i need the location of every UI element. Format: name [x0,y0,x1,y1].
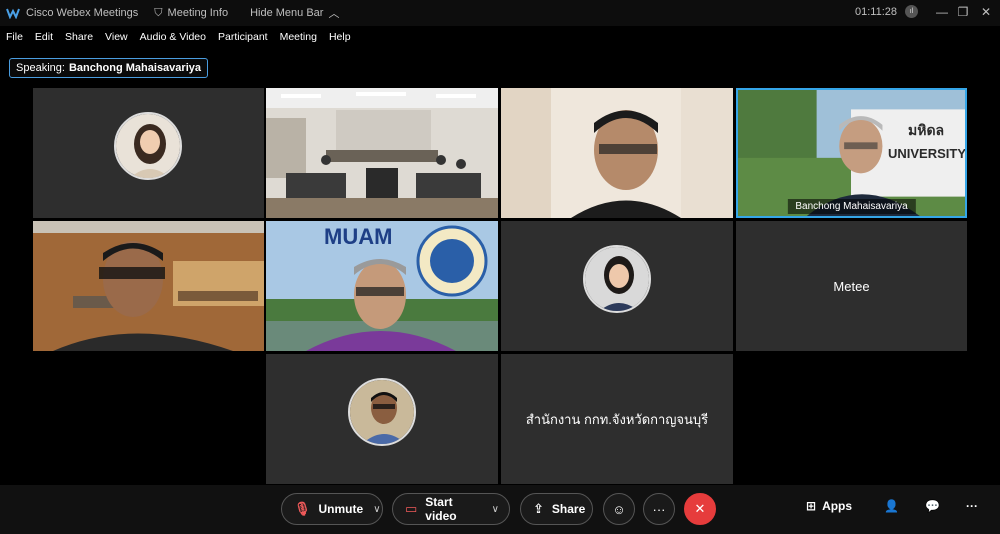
smiley-icon: ☺ [612,501,626,517]
chevron-down-icon[interactable]: ∨ [373,504,380,515]
more-options-button[interactable]: ··· [643,493,675,525]
backdrop-university-text: UNIVERSITY [888,146,967,161]
video-tile-avatar-woman-2[interactable] [501,221,733,351]
unmute-button[interactable]: 🎙 Unmute ∨ [281,493,383,525]
meeting-controls-toolbar: 🎙 Unmute ∨ ▭ Start video ∨ ⇪ Share ☺ ···… [0,485,1000,534]
menu-audio-video[interactable]: Audio & Video [140,31,206,43]
share-icon: ⇪ [533,501,544,516]
close-icon[interactable]: ✕ [976,3,996,21]
chat-icon[interactable]: 💬 [925,499,940,513]
speaking-label: Speaking: [16,62,65,74]
close-icon: ✕ [694,501,706,516]
video-off-icon: ▭ [405,501,418,516]
more-icon: ··· [652,501,666,517]
apps-label: Apps [822,499,853,513]
chevron-up-icon: ︿ [328,8,340,20]
share-button[interactable]: ⇪ Share [520,493,593,525]
end-meeting-button[interactable]: ✕ [684,493,716,525]
avatar [348,378,416,446]
app-title: Cisco Webex Meetings [26,7,139,19]
meeting-timer: 01:11:28 [855,6,898,18]
participant-name: สำนักงาน กกท.จังหวัดกาญจนบุรี [525,411,709,427]
video-tile-meeting-room[interactable] [266,88,498,218]
participant-name-tag: Banchong Mahaisavariya [787,199,916,214]
menu-edit[interactable]: Edit [35,31,53,43]
signal-icon[interactable]: ıl [905,5,918,18]
video-tile-man-office[interactable] [33,221,264,351]
meeting-info-button[interactable]: Meeting Info [168,7,229,19]
menu-help[interactable]: Help [329,31,351,43]
video-tile-active-speaker[interactable]: มหิดล UNIVERSITY Banchong Mahaisavariya [736,88,967,218]
menu-meeting[interactable]: Meeting [280,31,317,43]
menu-share[interactable]: Share [65,31,93,43]
avatar [583,245,651,313]
video-tile-office[interactable]: สำนักงาน กกท.จังหวัดกาญจนบุรี [501,354,733,484]
menu-bar: File Edit Share View Audio & Video Parti… [0,26,1000,48]
avatar [114,112,182,180]
overflow-menu-button[interactable]: ··· [966,499,978,513]
video-tile-avatar-man[interactable] [266,354,498,484]
meeting-room-video [266,88,498,218]
man-curtain-video [501,88,733,218]
apps-icon: ⊞ [806,499,817,513]
chevron-down-icon[interactable]: ∨ [492,504,499,515]
participant-name: Metee [833,278,870,294]
more-icon: ··· [966,499,978,513]
reactions-button[interactable]: ☺ [603,493,635,525]
share-label: Share [551,502,586,516]
menu-participant[interactable]: Participant [218,31,268,43]
speaking-name: Banchong Mahaisavariya [68,62,201,74]
restore-icon[interactable]: ❐ [953,3,973,21]
video-tile-man-curtain[interactable] [501,88,733,218]
title-bar: Cisco Webex Meetings ⛉ Meeting Info Hide… [0,0,1000,26]
participants-icon[interactable]: 👤 [884,499,899,513]
menu-file[interactable]: File [6,31,23,43]
video-tile-muam[interactable]: MUAM [266,221,498,351]
speaking-indicator: Speaking: Banchong Mahaisavariya [9,58,208,78]
minimize-icon[interactable]: — [932,3,952,21]
microphone-muted-icon: 🎙 [294,501,311,516]
backdrop-thai-text: มหิดล [908,122,945,138]
unmute-label: Unmute [318,502,364,516]
muam-banner-text: MUAM [324,224,393,249]
hide-menu-bar-button[interactable]: Hide Menu Bar ︿ [250,5,339,21]
start-video-label: Start video [425,495,457,523]
menu-view[interactable]: View [105,31,128,43]
shield-icon[interactable]: ⛉ [154,7,162,20]
video-tile-avatar-woman[interactable] [33,88,264,218]
hide-menu-bar-label: Hide Menu Bar [250,7,324,19]
webex-logo-icon [6,8,20,19]
man-office-video [33,221,264,351]
start-video-button[interactable]: ▭ Start video ∨ [392,493,510,525]
apps-button[interactable]: ⊞ Apps [806,499,852,513]
video-tile-metee[interactable]: Metee [736,221,967,351]
